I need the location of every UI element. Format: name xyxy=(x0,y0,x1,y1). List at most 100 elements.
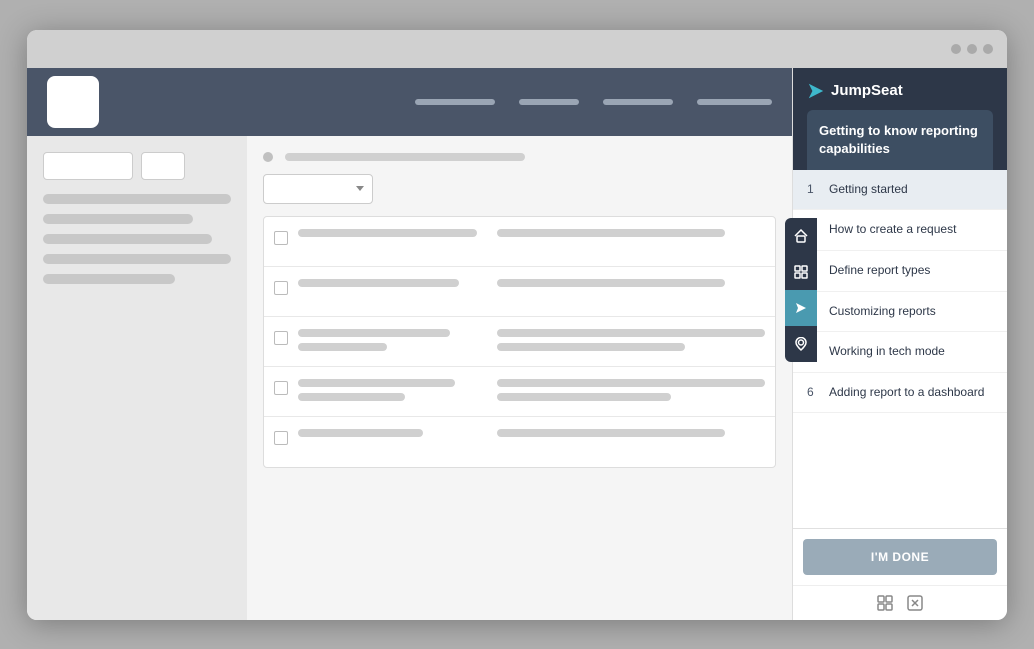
nav-link-4[interactable] xyxy=(697,99,772,105)
nav-links xyxy=(415,99,772,105)
row-col-2 xyxy=(497,429,765,437)
cell-bar xyxy=(298,329,450,337)
step-label: How to create a request xyxy=(829,222,956,238)
step-item-3[interactable]: 3 Define report types xyxy=(793,251,1007,292)
sidebar-primary-button[interactable] xyxy=(43,152,133,180)
table-search-bar xyxy=(285,153,525,161)
row-col-1 xyxy=(298,229,477,237)
cell-bar xyxy=(298,343,387,351)
js-header: JumpSeat Getting to know reporting capab… xyxy=(793,68,1007,170)
cell-bar xyxy=(298,393,405,401)
js-panel-title: Getting to know reporting capabilities xyxy=(819,122,981,158)
sidebar-buttons xyxy=(43,152,231,180)
step-item-2[interactable]: 2 How to create a request xyxy=(793,210,1007,251)
nav-link-3[interactable] xyxy=(603,99,673,105)
step-item-6[interactable]: 6 Adding report to a dashboard xyxy=(793,373,1007,414)
row-content xyxy=(298,429,765,437)
cell-bar xyxy=(497,429,725,437)
row-checkbox[interactable] xyxy=(274,431,288,445)
sidebar-row-1 xyxy=(43,194,231,204)
table-row xyxy=(264,367,775,417)
js-steps-list: 1 Getting started 2 How to create a requ… xyxy=(793,170,1007,528)
js-title-box: Getting to know reporting capabilities xyxy=(807,110,993,170)
cell-bar xyxy=(497,343,685,351)
browser-dots xyxy=(951,44,993,54)
row-checkbox[interactable] xyxy=(274,331,288,345)
step-label: Adding report to a dashboard xyxy=(829,385,984,401)
table-row xyxy=(264,267,775,317)
dropdown-arrow-icon xyxy=(356,186,364,191)
table-area xyxy=(247,136,792,620)
row-col-2 xyxy=(497,379,765,401)
cell-bar xyxy=(298,279,459,287)
row-checkbox[interactable] xyxy=(274,281,288,295)
step-label: Define report types xyxy=(829,263,930,279)
table-row xyxy=(264,317,775,367)
js-brand: JumpSeat xyxy=(807,82,993,100)
js-bottom-icons xyxy=(793,585,1007,620)
step-number: 1 xyxy=(807,182,821,196)
location-nav-icon[interactable] xyxy=(785,326,817,362)
step-number: 6 xyxy=(807,385,821,399)
browser-chrome xyxy=(27,30,1007,68)
grid-icon[interactable] xyxy=(876,594,894,612)
row-col-2 xyxy=(497,279,765,287)
row-checkbox[interactable] xyxy=(274,231,288,245)
jumpseat-logo-icon xyxy=(807,82,825,100)
arrow-nav-icon[interactable] xyxy=(785,290,817,326)
row-col-2 xyxy=(497,329,765,351)
content-area xyxy=(27,136,792,620)
table-grid xyxy=(263,216,776,468)
cell-bar xyxy=(298,229,477,237)
step-item-4[interactable]: 4 Customizing reports xyxy=(793,292,1007,333)
jumpseat-panel: JumpSeat Getting to know reporting capab… xyxy=(792,68,1007,620)
cell-bar xyxy=(298,379,455,387)
row-content xyxy=(298,279,765,287)
step-item-5[interactable]: 5 Working in tech mode xyxy=(793,332,1007,373)
row-content xyxy=(298,229,765,237)
browser-dot-2 xyxy=(967,44,977,54)
app-container: JumpSeat Getting to know reporting capab… xyxy=(27,68,1007,620)
table-row xyxy=(264,217,775,267)
jumpseat-side-nav xyxy=(785,218,817,362)
sidebar-secondary-button[interactable] xyxy=(141,152,185,180)
row-col-1 xyxy=(298,329,477,351)
row-col-1 xyxy=(298,379,477,401)
table-dropdown[interactable] xyxy=(263,174,373,204)
cell-bar xyxy=(497,393,671,401)
cell-bar xyxy=(298,429,423,437)
top-nav xyxy=(27,68,792,136)
browser-window: JumpSeat Getting to know reporting capab… xyxy=(27,30,1007,620)
row-col-2 xyxy=(497,229,765,237)
done-button[interactable]: I'M DONE xyxy=(803,539,997,575)
row-checkbox[interactable] xyxy=(274,381,288,395)
table-row xyxy=(264,417,775,467)
row-col-1 xyxy=(298,279,477,287)
sidebar-row-5 xyxy=(43,274,175,284)
nav-link-2[interactable] xyxy=(519,99,579,105)
nav-link-1[interactable] xyxy=(415,99,495,105)
step-label: Getting started xyxy=(829,182,908,198)
row-content xyxy=(298,379,765,401)
main-area xyxy=(27,68,792,620)
cell-bar xyxy=(497,329,765,337)
step-label: Customizing reports xyxy=(829,304,936,320)
close-icon[interactable] xyxy=(906,594,924,612)
sidebar-row-2 xyxy=(43,214,193,224)
nav-logo xyxy=(47,76,99,128)
sidebar-row-3 xyxy=(43,234,212,244)
home-nav-icon[interactable] xyxy=(785,218,817,254)
sidebar-row-4 xyxy=(43,254,231,264)
table-top-bar xyxy=(263,152,776,162)
row-content xyxy=(298,329,765,351)
row-col-1 xyxy=(298,429,477,437)
table-indicator xyxy=(263,152,273,162)
cell-bar xyxy=(497,379,765,387)
step-label: Working in tech mode xyxy=(829,344,945,360)
browser-dot-1 xyxy=(951,44,961,54)
grid-nav-icon[interactable] xyxy=(785,254,817,290)
cell-bar xyxy=(497,279,725,287)
js-brand-name: JumpSeat xyxy=(831,82,903,99)
left-sidebar xyxy=(27,136,247,620)
step-item-1[interactable]: 1 Getting started xyxy=(793,170,1007,211)
